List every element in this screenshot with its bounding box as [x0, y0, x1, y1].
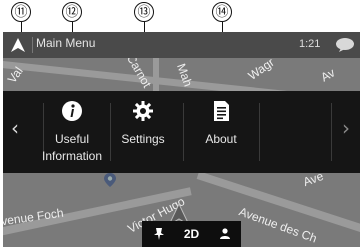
- menu-divider: [331, 103, 332, 161]
- message-icon[interactable]: [335, 37, 355, 53]
- map-pin-icon: [104, 173, 116, 187]
- info-icon: [62, 101, 82, 121]
- status-divider: [32, 37, 33, 53]
- pin-icon: [153, 228, 164, 240]
- map-street-label: Wagr: [245, 55, 277, 83]
- screen-title: Main Menu: [36, 36, 96, 50]
- menu-item-label: Settings: [101, 131, 185, 148]
- gear-icon: [133, 101, 153, 121]
- menu-item-useful-information[interactable]: Useful Information: [40, 91, 104, 173]
- callout-row: ⑪ ⑫ ⑬ ⑭: [0, 0, 360, 82]
- user-button[interactable]: [208, 221, 241, 247]
- menu-item-label: About: [179, 131, 263, 148]
- scroll-right-button[interactable]: ›: [342, 116, 350, 140]
- callout-12: ⑫: [62, 2, 82, 22]
- callout-13: ⑬: [134, 2, 154, 22]
- menu-item-about[interactable]: About: [189, 91, 253, 173]
- main-menu-panel: ‹ Useful Information Settings About ›: [3, 91, 360, 173]
- user-icon: [219, 228, 230, 239]
- callout-11: ⑪: [11, 2, 31, 22]
- clock: 1:21: [299, 38, 321, 50]
- menu-item-label-line2: Information: [41, 149, 103, 163]
- view-mode-button[interactable]: 2D: [175, 221, 208, 247]
- navigation-arrow-icon[interactable]: [9, 36, 27, 54]
- menu-divider: [259, 103, 260, 161]
- status-bar: Main Menu 1:21: [3, 32, 360, 58]
- document-icon: [214, 101, 229, 121]
- pin-button[interactable]: [142, 221, 175, 247]
- scroll-left-button[interactable]: ‹: [11, 116, 19, 140]
- device-screen: Val Carnot Mah Wagr Av venue Foch Victor…: [3, 32, 360, 247]
- map-bottom-bar: 2D: [142, 221, 241, 247]
- map-street-label: Av: [318, 65, 338, 85]
- menu-item-settings[interactable]: Settings: [111, 91, 175, 173]
- callout-14: ⑭: [212, 2, 232, 22]
- menu-item-label-line1: Settings: [121, 132, 165, 146]
- menu-item-label-line1: About: [205, 132, 237, 146]
